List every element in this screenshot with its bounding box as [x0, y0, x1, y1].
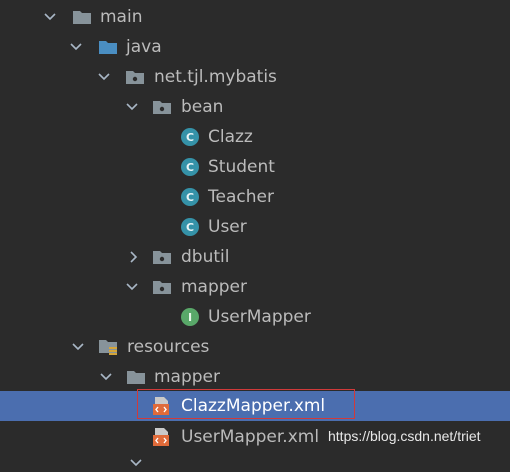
tree-node-label: mapper — [154, 367, 221, 387]
cut-off-node — [130, 452, 142, 467]
tree-node-resources[interactable]: resources — [0, 332, 510, 362]
tree-node-student[interactable]: C Student — [0, 152, 510, 182]
tree-node-label: mapper — [181, 277, 248, 297]
tree-node-label: net.tjl.mybatis — [154, 67, 277, 87]
package-icon — [152, 98, 172, 116]
class-icon-letter: C — [181, 128, 199, 146]
xml-file-icon — [152, 428, 172, 446]
tree-node-label: Teacher — [208, 187, 274, 207]
tree-node-label: Clazz — [208, 127, 253, 147]
tree-node-label: UserMapper.xml — [181, 427, 320, 447]
tree-node-teacher[interactable]: C Teacher — [0, 182, 510, 212]
chevron-down-icon[interactable] — [98, 369, 114, 385]
watermark-url: https://blog.csdn.net/triet — [328, 428, 481, 444]
class-icon-letter: C — [181, 218, 199, 236]
tree-node-user[interactable]: C User — [0, 212, 510, 242]
interface-icon-letter: I — [181, 308, 199, 326]
package-icon — [152, 248, 172, 266]
tree-node-label: User — [208, 217, 247, 237]
chevron-down-icon[interactable] — [124, 279, 140, 295]
class-icon: C — [180, 188, 200, 206]
tree-node-label: Student — [208, 157, 275, 177]
tree-node-java[interactable]: java — [0, 32, 510, 62]
class-icon: C — [180, 128, 200, 146]
tree-node-label: main — [100, 7, 143, 27]
tree-node-label: resources — [127, 337, 210, 357]
tree-node-clazz-mapper-xml[interactable]: ClazzMapper.xml — [0, 391, 510, 421]
chevron-down-icon[interactable] — [42, 9, 58, 25]
tree-node-clazz[interactable]: C Clazz — [0, 122, 510, 152]
source-folder-icon — [98, 38, 118, 56]
chevron-down-icon[interactable] — [68, 39, 84, 55]
tree-node-label: ClazzMapper.xml — [181, 396, 326, 416]
tree-node-label: dbutil — [181, 247, 230, 267]
class-icon: C — [180, 218, 200, 236]
tree-node-label: java — [126, 37, 162, 57]
package-icon — [152, 278, 172, 296]
tree-node-dbutil[interactable]: dbutil — [0, 242, 510, 272]
xml-file-icon — [152, 397, 172, 415]
chevron-down-icon[interactable] — [70, 339, 86, 355]
chevron-right-icon[interactable] — [126, 249, 142, 265]
resources-folder-icon — [98, 338, 118, 356]
project-tree: main java net.tjl.mybatis bean C Clazz C… — [0, 0, 510, 467]
class-icon-letter: C — [181, 158, 199, 176]
package-icon — [125, 68, 145, 86]
chevron-down-icon[interactable] — [124, 99, 140, 115]
tree-node-label: UserMapper — [208, 307, 311, 327]
tree-node-user-mapper[interactable]: I UserMapper — [0, 302, 510, 332]
tree-node-main[interactable]: main — [0, 2, 510, 32]
interface-icon: I — [180, 308, 200, 326]
tree-node-package[interactable]: net.tjl.mybatis — [0, 62, 510, 92]
class-icon-letter: C — [181, 188, 199, 206]
folder-icon — [126, 368, 146, 386]
tree-node-mapper-package[interactable]: mapper — [0, 272, 510, 302]
tree-node-label: bean — [181, 97, 224, 117]
chevron-down-icon[interactable] — [96, 69, 112, 85]
class-icon: C — [180, 158, 200, 176]
tree-node-mapper-folder[interactable]: mapper — [0, 362, 510, 392]
tree-node-bean[interactable]: bean — [0, 92, 510, 122]
folder-icon — [72, 8, 92, 26]
